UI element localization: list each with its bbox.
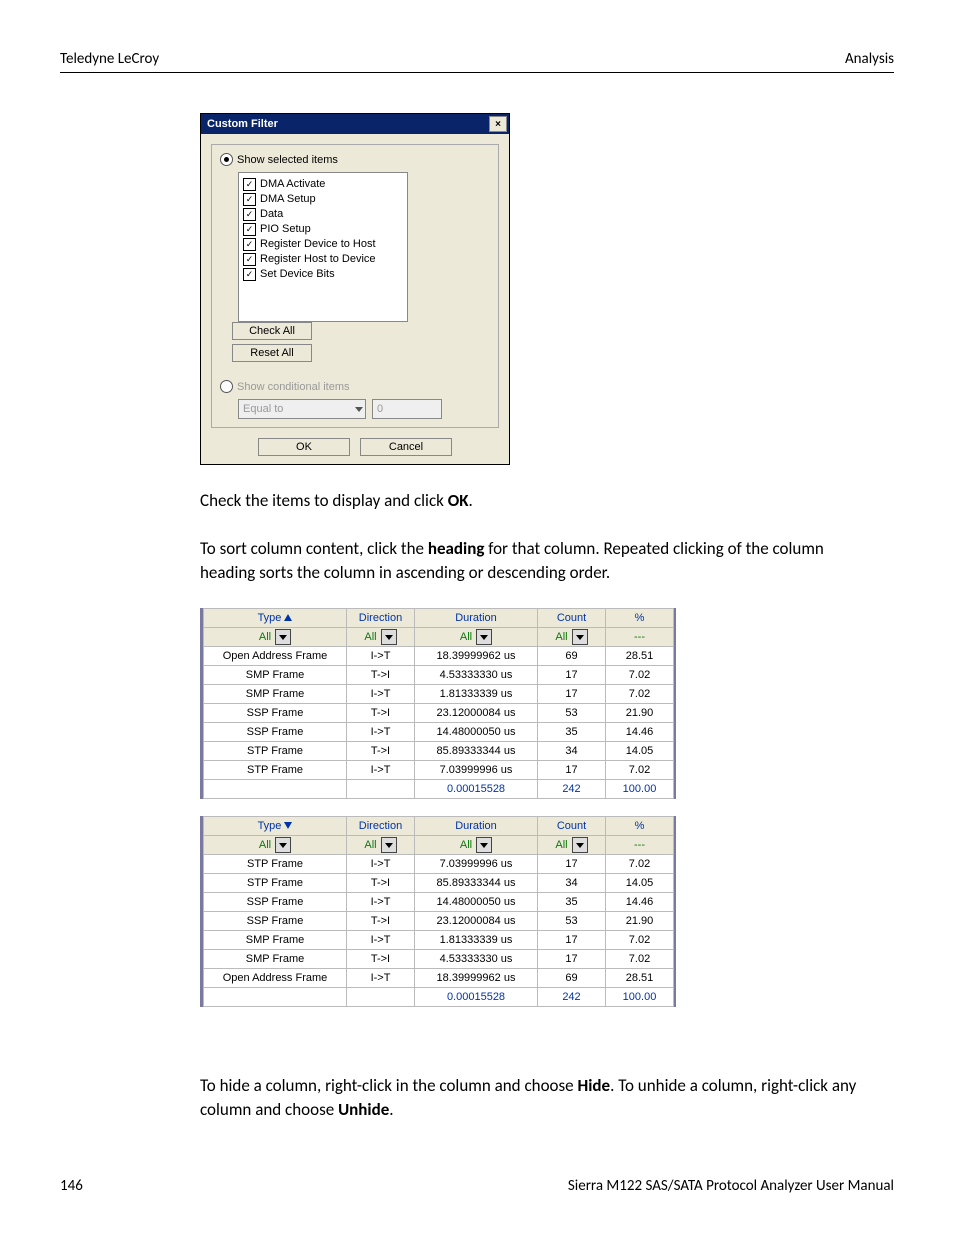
custom-filter-dialog: Custom Filter × Show selected items DMA … <box>200 113 510 465</box>
table-row: STP FrameT->I85.89333344 us3414.05 <box>204 742 674 761</box>
dialog-title: Custom Filter <box>207 118 278 130</box>
filter-dropdown-icon[interactable] <box>476 629 492 645</box>
filter-value: --- <box>634 839 645 851</box>
close-icon[interactable]: × <box>489 116 507 132</box>
filter-dropdown-icon[interactable] <box>572 629 588 645</box>
table-row: SSP FrameT->I23.12000084 us5321.90 <box>204 912 674 931</box>
checkbox-icon[interactable] <box>243 178 256 191</box>
sort-desc-icon <box>284 822 292 829</box>
ok-button[interactable]: OK <box>258 438 350 456</box>
filter-value: All <box>364 839 376 851</box>
item-label: DMA Activate <box>260 177 325 192</box>
filter-dropdown-icon[interactable] <box>381 629 397 645</box>
table-row: SSP FrameI->T14.48000050 us3514.46 <box>204 893 674 912</box>
condition-value-input: 0 <box>372 399 442 419</box>
table-row: STP FrameT->I85.89333344 us3414.05 <box>204 874 674 893</box>
header-left: Teledyne LeCroy <box>60 50 159 68</box>
table-row: SSP FrameI->T14.48000050 us3514.46 <box>204 723 674 742</box>
table-row: SSP FrameT->I23.12000084 us5321.90 <box>204 704 674 723</box>
table-row: STP FrameI->T7.03999996 us177.02 <box>204 855 674 874</box>
table-row: Open Address FrameI->T18.39999962 us6928… <box>204 647 674 666</box>
filter-value: All <box>555 631 567 643</box>
filter-dropdown-icon[interactable] <box>381 837 397 853</box>
checkbox-icon[interactable] <box>243 238 256 251</box>
col-header-count[interactable]: Count <box>538 817 606 836</box>
radio-off-icon <box>220 380 233 393</box>
col-header-pct[interactable]: % <box>606 817 674 836</box>
filter-dropdown-icon[interactable] <box>476 837 492 853</box>
item-label: Register Host to Device <box>260 252 376 267</box>
stats-table-ascending: Type Direction Duration Count % All All … <box>200 608 676 799</box>
item-label: Set Device Bits <box>260 267 335 282</box>
col-header-type[interactable]: Type <box>204 817 347 836</box>
checkbox-icon[interactable] <box>243 223 256 236</box>
filter-value: All <box>460 839 472 851</box>
reset-all-button[interactable]: Reset All <box>232 344 312 362</box>
filter-value: All <box>259 631 271 643</box>
table-total-row: 0.00015528242100.00 <box>204 780 674 799</box>
col-header-count[interactable]: Count <box>538 609 606 628</box>
col-header-duration[interactable]: Duration <box>415 817 538 836</box>
col-header-duration[interactable]: Duration <box>415 609 538 628</box>
radio-show-selected[interactable]: Show selected items <box>220 153 490 166</box>
filter-value: All <box>555 839 567 851</box>
radio-on-icon <box>220 153 233 166</box>
table-row: SMP FrameI->T1.81333339 us177.02 <box>204 685 674 704</box>
table-row: SMP FrameT->I4.53333330 us177.02 <box>204 666 674 685</box>
col-header-direction[interactable]: Direction <box>347 817 415 836</box>
filter-value: --- <box>634 631 645 643</box>
table-total-row: 0.00015528242100.00 <box>204 988 674 1007</box>
paragraph-sort-column: To sort column content, click the headin… <box>200 537 874 585</box>
radio-label-selected: Show selected items <box>237 154 338 166</box>
radio-label-conditional: Show conditional items <box>237 381 350 393</box>
filter-value: All <box>460 631 472 643</box>
table-row: Open Address FrameI->T18.39999962 us6928… <box>204 969 674 988</box>
items-listbox[interactable]: DMA Activate DMA Setup Data PIO Setup Re… <box>238 172 408 322</box>
select-value: Equal to <box>243 403 283 415</box>
col-header-direction[interactable]: Direction <box>347 609 415 628</box>
check-all-button[interactable]: Check All <box>232 322 312 340</box>
footer-manual-title: Sierra M122 SAS/SATA Protocol Analyzer U… <box>568 1177 894 1195</box>
radio-show-conditional[interactable]: Show conditional items <box>220 380 490 393</box>
col-header-pct[interactable]: % <box>606 609 674 628</box>
checkbox-icon[interactable] <box>243 268 256 281</box>
item-label: PIO Setup <box>260 222 311 237</box>
filter-dropdown-icon[interactable] <box>275 837 291 853</box>
stats-table-descending: Type Direction Duration Count % All All … <box>200 816 676 1007</box>
col-header-type[interactable]: Type <box>204 609 347 628</box>
header-right: Analysis <box>845 50 894 68</box>
item-label: Data <box>260 207 283 222</box>
cancel-button[interactable]: Cancel <box>360 438 452 456</box>
filter-dropdown-icon[interactable] <box>572 837 588 853</box>
chevron-down-icon <box>355 407 363 412</box>
table-row: SMP FrameI->T1.81333339 us177.02 <box>204 931 674 950</box>
footer-page-number: 146 <box>60 1177 83 1195</box>
checkbox-icon[interactable] <box>243 253 256 266</box>
item-label: DMA Setup <box>260 192 316 207</box>
condition-operator-select: Equal to <box>238 399 366 419</box>
paragraph-check-items: Check the items to display and click OK. <box>200 489 874 513</box>
sort-asc-icon <box>284 614 292 621</box>
filter-value: All <box>364 631 376 643</box>
table-row: STP FrameI->T7.03999996 us177.02 <box>204 761 674 780</box>
filter-dropdown-icon[interactable] <box>275 629 291 645</box>
paragraph-hide-column: To hide a column, right-click in the col… <box>200 1074 874 1122</box>
item-label: Register Device to Host <box>260 237 376 252</box>
table-row: SMP FrameT->I4.53333330 us177.02 <box>204 950 674 969</box>
checkbox-icon[interactable] <box>243 208 256 221</box>
filter-value: All <box>259 839 271 851</box>
checkbox-icon[interactable] <box>243 193 256 206</box>
